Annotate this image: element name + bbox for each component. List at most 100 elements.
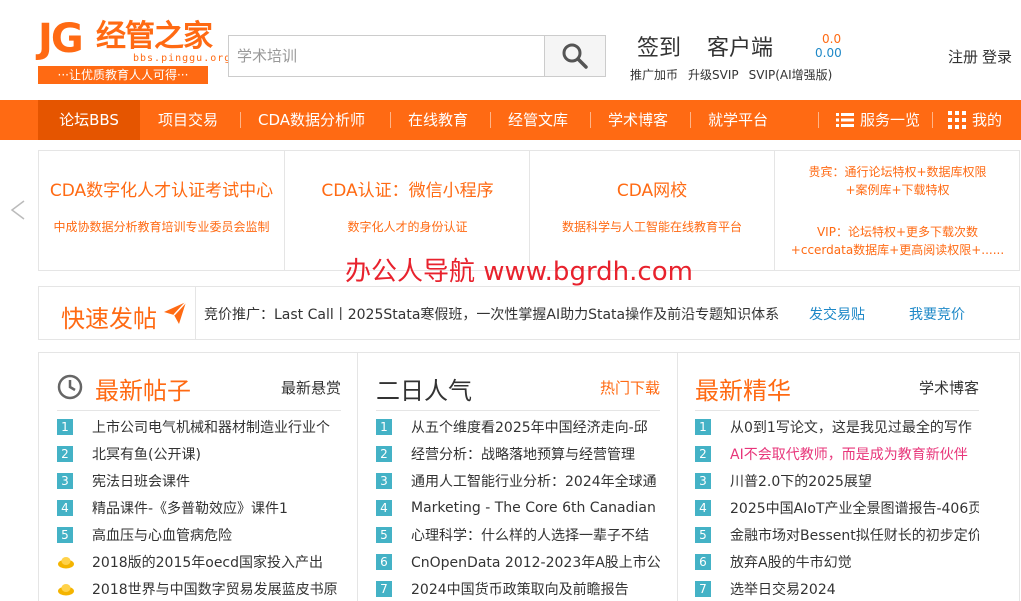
nav-item-bbs[interactable]: 论坛BBS <box>38 100 140 140</box>
column-more-link[interactable]: 热门下载 <box>600 377 660 398</box>
list-item[interactable]: 1 上市公司电气机械和器材制造业行业个 <box>57 413 341 440</box>
list-item[interactable]: 1 从0到1写论文，这是我见过最全的写作 <box>695 413 979 440</box>
nav-item-online-edu[interactable]: 在线教育 <box>408 100 468 140</box>
quick-post-title[interactable]: 快速发帖 <box>61 299 157 334</box>
list-item-text[interactable]: 通用人工智能行业分析：2024年全球通 <box>411 471 657 491</box>
promo-link[interactable]: 竞价推广：Last Call丨2025Stata寒假班，一次性掌握AI助力Sta… <box>204 304 779 324</box>
list-item[interactable]: 3 宪法日班会课件 <box>57 467 341 494</box>
list-item-text[interactable]: 从0到1写论文，这是我见过最全的写作 <box>730 417 972 437</box>
svip-ai-link[interactable]: SVIP(AI增强版) <box>749 66 833 83</box>
logo-slogan: ···让优质教育人人可得··· <box>38 66 208 84</box>
vip-guest-info[interactable]: 贵宾：通行论坛特权+数据库权限 +案例库+下载特权 <box>775 163 1020 199</box>
nav-mine[interactable]: 我的 <box>948 100 1002 140</box>
post-trade-link[interactable]: 发交易贴 <box>809 304 865 324</box>
list-item[interactable]: 5 金融市场对Bessent拟任财长的初步定价 <box>695 521 979 548</box>
list-item[interactable]: 5 心理科学：什么样的人选择一辈子不结 <box>376 521 660 548</box>
nav-item-library[interactable]: 经管文库 <box>508 100 568 140</box>
list-item-text[interactable]: 2025中国AIoT产业全景图谱报告-406页 <box>730 498 979 518</box>
paper-plane-icon <box>164 301 187 324</box>
list-columns: 最新帖子 最新悬赏 1 上市公司电气机械和器材制造业行业个 2 北冥有鱼(公开课) … <box>38 352 1020 601</box>
list-item-text[interactable]: 北冥有鱼(公开课) <box>92 444 201 464</box>
list-item[interactable]: 3 通用人工智能行业分析：2024年全球通 <box>376 467 660 494</box>
promote-coin-link[interactable]: 推广加币 <box>630 66 678 83</box>
column-divider <box>357 353 358 601</box>
nav-separator <box>390 112 391 128</box>
list-item-text[interactable]: 从五个维度看2025年中国经济走向-邱 <box>411 417 648 437</box>
rank-badge: 6 <box>376 553 392 570</box>
list-item[interactable]: 7 2024中国货币政策取向及前瞻报告 <box>376 575 660 601</box>
list-item-text[interactable]: 2018版的2015年oecd国家投入产出 <box>92 552 323 572</box>
list-item-text[interactable]: 心理科学：什么样的人选择一辈子不结 <box>411 525 649 545</box>
nav-services[interactable]: 服务一览 <box>836 100 920 140</box>
list-item-text[interactable]: AI不会取代教师，而是成为教育新伙伴 <box>730 444 968 464</box>
gold-ingot-icon <box>58 583 74 595</box>
list-item-text[interactable]: 放弃A股的牛市幻觉 <box>730 552 852 572</box>
list-item[interactable]: 2018世界与中国数字贸易发展蓝皮书原 <box>57 575 341 601</box>
register-link[interactable]: 注册 <box>948 46 978 67</box>
column-more-link[interactable]: 学术博客 <box>919 377 979 398</box>
rank-badge: 4 <box>376 499 392 516</box>
list-item[interactable]: 4 精品课件-《多普勒效应》课件1 <box>57 494 341 521</box>
site-logo[interactable]: JG 经管之家 bbs.pinggu.org ···让优质教育人人可得··· <box>38 18 230 84</box>
logo-name: 经管之家 <box>96 19 213 54</box>
list-item[interactable]: 2 经营分析：战略落地预算与经营管理 <box>376 440 660 467</box>
column-title: 最新精华 <box>695 377 791 405</box>
vip-guest-line2: +案例库+下载特权 <box>845 183 950 197</box>
nav-item-cda[interactable]: CDA数据分析师 <box>258 100 365 140</box>
quick-separator <box>195 287 196 339</box>
search-button[interactable] <box>544 36 605 76</box>
client-link[interactable]: 客户端 <box>707 30 773 62</box>
vip-info[interactable]: VIP：论坛特权+更多下载次数 +ccerdata数据库+更高阅读权限+....… <box>775 223 1020 259</box>
banner-card-cda-center[interactable]: CDA数字化人才认证考试中心 中成协数据分析教育培训专业委员会监制 <box>39 151 284 270</box>
list-item[interactable]: 6 放弃A股的牛市幻觉 <box>695 548 979 575</box>
list-item-text[interactable]: 金融市场对Bessent拟任财长的初步定价 <box>730 525 979 545</box>
list-item[interactable]: 1 从五个维度看2025年中国经济走向-邱 <box>376 413 660 440</box>
search-icon <box>562 43 588 69</box>
list-item[interactable]: 7 选举日交易2024 <box>695 575 979 601</box>
banner-card-title: CDA认证：微信小程序 <box>321 181 494 201</box>
nav-separator <box>240 112 241 128</box>
bid-link[interactable]: 我要竞价 <box>909 304 965 324</box>
column-more-link[interactable]: 最新悬赏 <box>281 377 341 398</box>
column-two-day-popular: 二日人气 热门下载 1 从五个维度看2025年中国经济走向-邱 2 经营分析：战略落… <box>376 353 660 601</box>
list-item-text[interactable]: CnOpenData 2012-2023年A股上市公 <box>411 552 660 572</box>
nav-item-project-trade[interactable]: 项目交易 <box>158 100 218 140</box>
list-item-text[interactable]: 经营分析：战略落地预算与经营管理 <box>411 444 635 464</box>
list-item[interactable]: 6 CnOpenData 2012-2023年A股上市公 <box>376 548 660 575</box>
list-item[interactable]: 4 Marketing - The Core 6th Canadian <box>376 494 660 521</box>
search-input[interactable] <box>229 36 545 76</box>
list-item[interactable]: 2 北冥有鱼(公开课) <box>57 440 341 467</box>
rank-badge: 3 <box>57 472 73 489</box>
list-item[interactable]: 5 高血压与心血管病危险 <box>57 521 341 548</box>
list-item[interactable]: 3 川普2.0下的2025展望 <box>695 467 979 494</box>
list-item-text[interactable]: 川普2.0下的2025展望 <box>730 471 872 491</box>
nav-item-blog[interactable]: 学术博客 <box>608 100 668 140</box>
list-item-text[interactable]: Marketing - The Core 6th Canadian <box>411 500 656 516</box>
list-item-text[interactable]: 2024中国货币政策取向及前瞻报告 <box>411 579 629 599</box>
header: JG 经管之家 bbs.pinggu.org ···让优质教育人人可得··· 签… <box>0 0 1021 100</box>
column-header: 最新精华 学术博客 <box>695 371 979 411</box>
list-item[interactable]: 4 2025中国AIoT产业全景图谱报告-406页 <box>695 494 979 521</box>
login-link[interactable]: 登录 <box>982 46 1012 67</box>
quick-post-bar: 快速发帖 竞价推广：Last Call丨2025Stata寒假班，一次性掌握AI… <box>38 286 1020 340</box>
list-item-text[interactable]: 宪法日班会课件 <box>92 471 190 491</box>
rank-badge: 6 <box>695 553 711 570</box>
nav-separator <box>932 112 933 128</box>
list-item[interactable]: 2018版的2015年oecd国家投入产出 <box>57 548 341 575</box>
list-item-text[interactable]: 2018世界与中国数字贸易发展蓝皮书原 <box>92 579 338 599</box>
balance-top: 0.0 <box>822 32 842 46</box>
nav-services-label: 服务一览 <box>860 111 921 129</box>
nav-item-study[interactable]: 就学平台 <box>708 100 768 140</box>
list-item-text[interactable]: 精品课件-《多普勒效应》课件1 <box>92 498 288 518</box>
list-item-text[interactable]: 高血压与心血管病危险 <box>92 525 232 545</box>
list-item-text[interactable]: 选举日交易2024 <box>730 579 836 599</box>
main-nav: 论坛BBS 项目交易 CDA数据分析师 在线教育 经管文库 学术博客 就学平台 … <box>0 100 1021 140</box>
banner-card-subtitle: 数据科学与人工智能在线教育平台 <box>561 220 742 234</box>
rank-badge: 5 <box>57 526 73 543</box>
list-item-text[interactable]: 上市公司电气机械和器材制造业行业个 <box>92 417 330 437</box>
signin-link[interactable]: 签到 <box>637 30 681 62</box>
carousel-prev-icon[interactable] <box>8 198 28 222</box>
header-sub-links: 推广加币 升级SVIP SVIP(AI增强版) <box>630 66 832 83</box>
list-item[interactable]: 2 AI不会取代教师，而是成为教育新伙伴 <box>695 440 979 467</box>
upgrade-svip-link[interactable]: 升级SVIP <box>688 66 739 83</box>
